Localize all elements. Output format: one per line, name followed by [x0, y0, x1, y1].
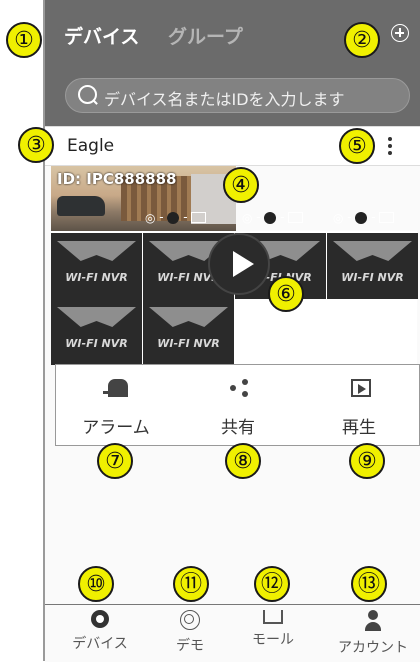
more-options-icon[interactable]: [387, 136, 393, 158]
device-id: ID: IPC888888: [57, 170, 177, 188]
callout-9: ⑨: [349, 443, 385, 479]
add-device-button[interactable]: [391, 24, 409, 42]
tabbar-account-label: アカウント: [338, 640, 408, 656]
status-icons-1: ◎ - -: [145, 210, 207, 232]
tabbar-mall-label: モール: [252, 632, 294, 648]
demo-icon: [180, 610, 200, 630]
app-screen: デバイス グループ デバイス名またはIDを入力します Eagle ID: IPC…: [45, 0, 420, 662]
share-button[interactable]: 共有: [178, 365, 298, 445]
bottom-tab-bar: デバイス デモ モール アカウント: [45, 604, 420, 662]
device-camera-icon: [91, 610, 109, 628]
search-input[interactable]: デバイス名またはIDを入力します: [65, 78, 410, 113]
tabbar-devices[interactable]: デバイス: [55, 610, 145, 653]
connection-status-icon: [167, 211, 180, 224]
alarm-button[interactable]: アラーム: [56, 365, 176, 445]
connection-status-icon: [264, 211, 277, 224]
monitor-icon: [288, 212, 304, 223]
share-icon: [230, 379, 250, 397]
callout-5: ⑤: [339, 128, 375, 164]
callout-7: ⑦: [97, 443, 133, 479]
cart-icon: [263, 610, 283, 624]
alarm-light-icon: [103, 379, 128, 397]
callout-13: ⑬: [351, 566, 387, 602]
callout-12: ⑫: [254, 566, 290, 602]
device-name: Eagle: [67, 136, 115, 156]
callout-4: ④: [223, 167, 259, 203]
callout-3: ③: [18, 127, 54, 163]
tabbar-demo-label: デモ: [176, 638, 204, 654]
action-bar: アラーム 共有 再生: [55, 364, 420, 446]
status-icons-2: ◎ - -: [242, 210, 304, 232]
callout-2: ②: [344, 22, 380, 58]
tabbar-account[interactable]: アカウント: [328, 610, 418, 657]
callout-11: ⑪: [173, 566, 209, 602]
camera-status-icon: ◎: [242, 210, 253, 225]
status-icons-3: ◎ - -: [333, 210, 395, 232]
channel-tile[interactable]: WI-FI NVR: [51, 233, 142, 299]
callout-1: ①: [6, 22, 42, 58]
play-button[interactable]: [208, 233, 270, 295]
callout-10: ⑩: [78, 566, 114, 602]
playback-button[interactable]: 再生: [299, 365, 419, 445]
camera-status-icon: ◎: [333, 210, 344, 225]
callout-8: ⑧: [225, 443, 261, 479]
tabbar-mall[interactable]: モール: [228, 610, 318, 649]
playback-icon: [351, 379, 371, 397]
tab-groups[interactable]: グループ: [168, 22, 243, 49]
channel-tile[interactable]: WI-FI NVR: [327, 233, 418, 299]
camera-status-icon: ◎: [145, 210, 156, 225]
channel-tile[interactable]: WI-FI NVR: [51, 299, 142, 365]
tab-devices[interactable]: デバイス: [64, 22, 139, 49]
search-placeholder: デバイス名またはIDを入力します: [104, 90, 345, 109]
top-header: デバイス グループ デバイス名またはIDを入力します: [45, 0, 420, 126]
search-icon: [78, 85, 97, 104]
monitor-icon: [379, 212, 395, 223]
tabbar-devices-label: デバイス: [72, 636, 128, 652]
account-icon: [365, 610, 381, 632]
playback-label: 再生: [342, 418, 376, 438]
callout-6: ⑥: [268, 276, 304, 312]
share-label: 共有: [221, 418, 255, 438]
alarm-label: アラーム: [82, 418, 150, 438]
connection-status-icon: [355, 211, 368, 224]
monitor-icon: [191, 212, 207, 223]
tabbar-demo[interactable]: デモ: [145, 610, 235, 655]
channel-tile[interactable]: WI-FI NVR: [143, 299, 234, 365]
